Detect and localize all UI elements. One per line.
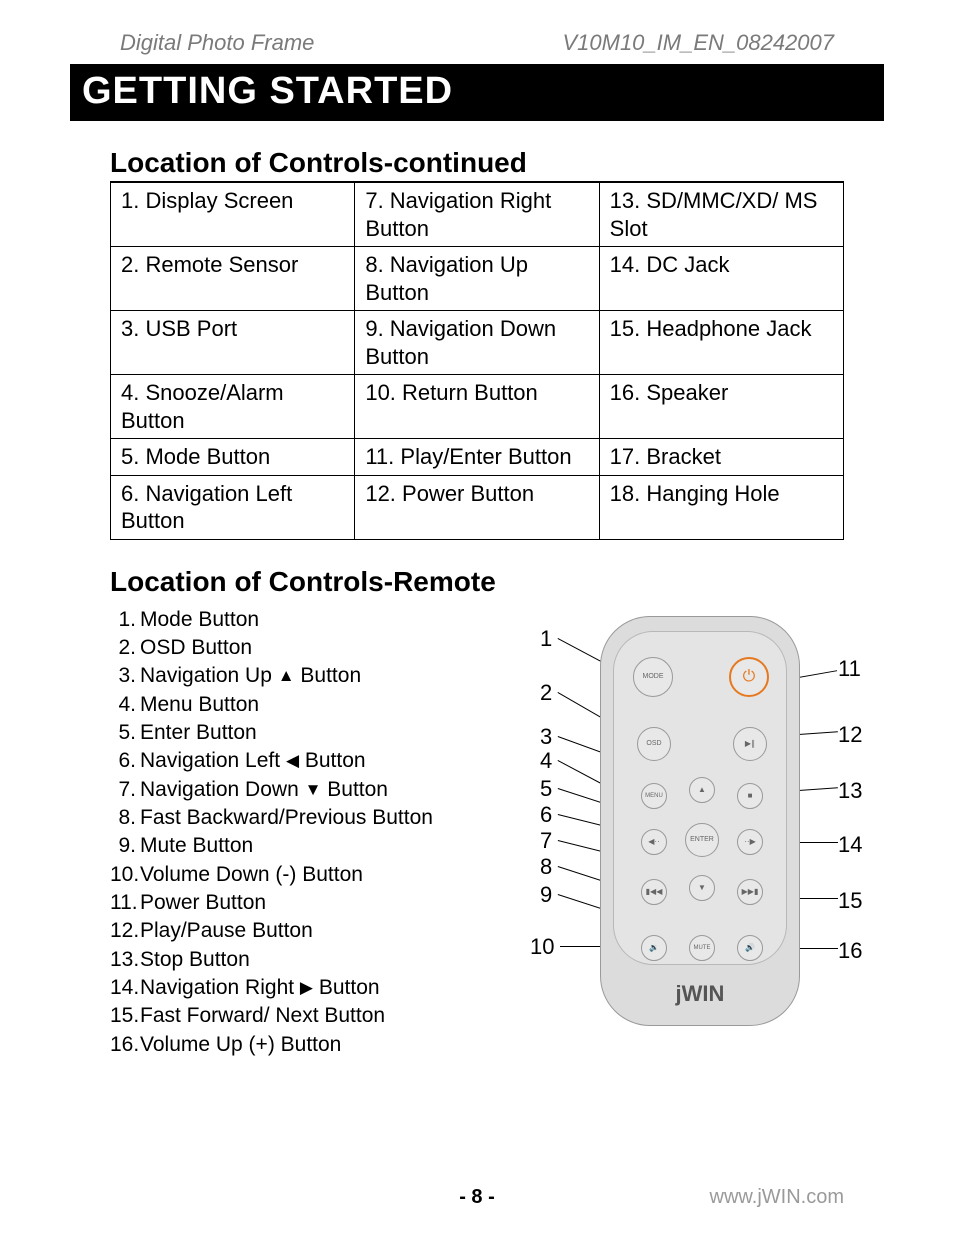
table-cell: 11. Play/Enter Button <box>355 439 599 476</box>
table-cell: 16. Speaker <box>599 375 843 439</box>
enter-button-icon: ENTER <box>685 823 719 857</box>
table-cell: 13. SD/MMC/XD/ MS Slot <box>599 183 843 247</box>
list-item: 15.Fast Forward/ Next Button <box>110 1002 480 1030</box>
table-row: 4. Snooze/Alarm Button 10. Return Button… <box>111 375 844 439</box>
table-cell: 12. Power Button <box>355 475 599 539</box>
next-button-icon: ▶▶▮ <box>737 879 763 905</box>
list-item: 3.Navigation Up ▲ Button <box>110 662 480 690</box>
menu-button-icon: MENU <box>641 783 667 809</box>
table-cell: 18. Hanging Hole <box>599 475 843 539</box>
stop-button-icon: ■ <box>737 783 763 809</box>
page-footer: - 8 - www.jWIN.com <box>0 1186 954 1209</box>
callout-9: 9 <box>540 882 552 908</box>
list-item: 7.Navigation Down ▼ Button <box>110 776 480 804</box>
mode-button-icon: MODE <box>633 657 673 697</box>
nav-down-icon: ▼ <box>689 875 715 901</box>
remote-diagram: 1 2 3 4 5 6 7 8 9 10 11 12 13 14 15 16 <box>480 606 844 1036</box>
remote-list: 1.Mode Button 2.OSD Button 3.Navigation … <box>110 606 480 1060</box>
list-item: 11.Power Button <box>110 889 480 917</box>
page-number: - 8 - <box>459 1186 495 1209</box>
table-cell: 3. USB Port <box>111 311 355 375</box>
callout-8: 8 <box>540 854 552 880</box>
table-cell: 10. Return Button <box>355 375 599 439</box>
vol-down-icon: 🔉 <box>641 935 667 961</box>
table-row: 2. Remote Sensor 8. Navigation Up Button… <box>111 247 844 311</box>
list-item: 6.Navigation Left ◀ Button <box>110 747 480 775</box>
callout-12: 12 <box>838 722 862 748</box>
triangle-up-icon: ▲ <box>278 665 295 688</box>
nav-right-icon: ··▶ <box>737 829 763 855</box>
callout-11: 11 <box>838 656 861 682</box>
callout-10: 10 <box>530 934 554 960</box>
callout-4: 4 <box>540 748 552 774</box>
table-cell: 17. Bracket <box>599 439 843 476</box>
mute-button-icon: MUTE <box>689 935 715 961</box>
footer-url: www.jWIN.com <box>710 1186 844 1209</box>
osd-button-icon: OSD <box>637 727 671 761</box>
list-item: 2.OSD Button <box>110 634 480 662</box>
subtitle-controls-remote: Location of Controls-Remote <box>110 566 844 600</box>
callout-3: 3 <box>540 724 552 750</box>
triangle-down-icon: ▼ <box>305 779 322 802</box>
table-cell: 15. Headphone Jack <box>599 311 843 375</box>
table-cell: 2. Remote Sensor <box>111 247 355 311</box>
header-right: V10M10_IM_EN_08242007 <box>562 30 834 56</box>
list-item: 10.Volume Down (-) Button <box>110 861 480 889</box>
list-item: 1.Mode Button <box>110 606 480 634</box>
table-cell: 1. Display Screen <box>111 183 355 247</box>
vol-up-icon: 🔊 <box>737 935 763 961</box>
header-left: Digital Photo Frame <box>120 30 314 56</box>
prev-button-icon: ▮◀◀ <box>641 879 667 905</box>
controls-table: 1. Display Screen 7. Navigation Right Bu… <box>110 183 844 540</box>
table-cell: 8. Navigation Up Button <box>355 247 599 311</box>
table-row: 5. Mode Button 11. Play/Enter Button 17.… <box>111 439 844 476</box>
table-cell: 5. Mode Button <box>111 439 355 476</box>
callout-6: 6 <box>540 802 552 828</box>
remote-brand-label: jWIN <box>601 981 799 1007</box>
play-button-icon: ▶∥ <box>733 727 767 761</box>
table-cell: 6. Navigation Left Button <box>111 475 355 539</box>
nav-left-icon: ◀·· <box>641 829 667 855</box>
remote-body: MODE ⏻ OSD ▶∥ MENU ▲ ■ ◀·· ENTER ··▶ ▮◀◀… <box>600 616 800 1026</box>
list-item: 12.Play/Pause Button <box>110 917 480 945</box>
triangle-right-icon: ▶ <box>300 977 313 1000</box>
table-row: 1. Display Screen 7. Navigation Right Bu… <box>111 183 844 247</box>
callout-5: 5 <box>540 776 552 802</box>
power-button-icon: ⏻ <box>729 657 769 697</box>
list-item: 9.Mute Button <box>110 832 480 860</box>
callout-15: 15 <box>838 888 862 914</box>
table-cell: 14. DC Jack <box>599 247 843 311</box>
list-item: 16.Volume Up (+) Button <box>110 1031 480 1059</box>
callout-1: 1 <box>540 626 552 652</box>
triangle-left-icon: ◀ <box>286 750 299 773</box>
nav-up-icon: ▲ <box>689 777 715 803</box>
subtitle-controls-continued: Location of Controls-continued <box>110 147 844 183</box>
table-cell: 9. Navigation Down Button <box>355 311 599 375</box>
callout-2: 2 <box>540 680 552 706</box>
list-item: 8.Fast Backward/Previous Button <box>110 804 480 832</box>
table-row: 6. Navigation Left Button 12. Power Butt… <box>111 475 844 539</box>
table-cell: 4. Snooze/Alarm Button <box>111 375 355 439</box>
list-item: 4.Menu Button <box>110 691 480 719</box>
list-item: 13.Stop Button <box>110 946 480 974</box>
section-banner: GETTING STARTED <box>70 64 884 121</box>
page-header: Digital Photo Frame V10M10_IM_EN_0824200… <box>80 30 874 62</box>
table-cell: 7. Navigation Right Button <box>355 183 599 247</box>
callout-14: 14 <box>838 832 862 858</box>
list-item: 14.Navigation Right ▶ Button <box>110 974 480 1002</box>
callout-7: 7 <box>540 828 552 854</box>
list-item: 5.Enter Button <box>110 719 480 747</box>
table-row: 3. USB Port 9. Navigation Down Button 15… <box>111 311 844 375</box>
callout-13: 13 <box>838 778 862 804</box>
callout-16: 16 <box>838 938 862 964</box>
